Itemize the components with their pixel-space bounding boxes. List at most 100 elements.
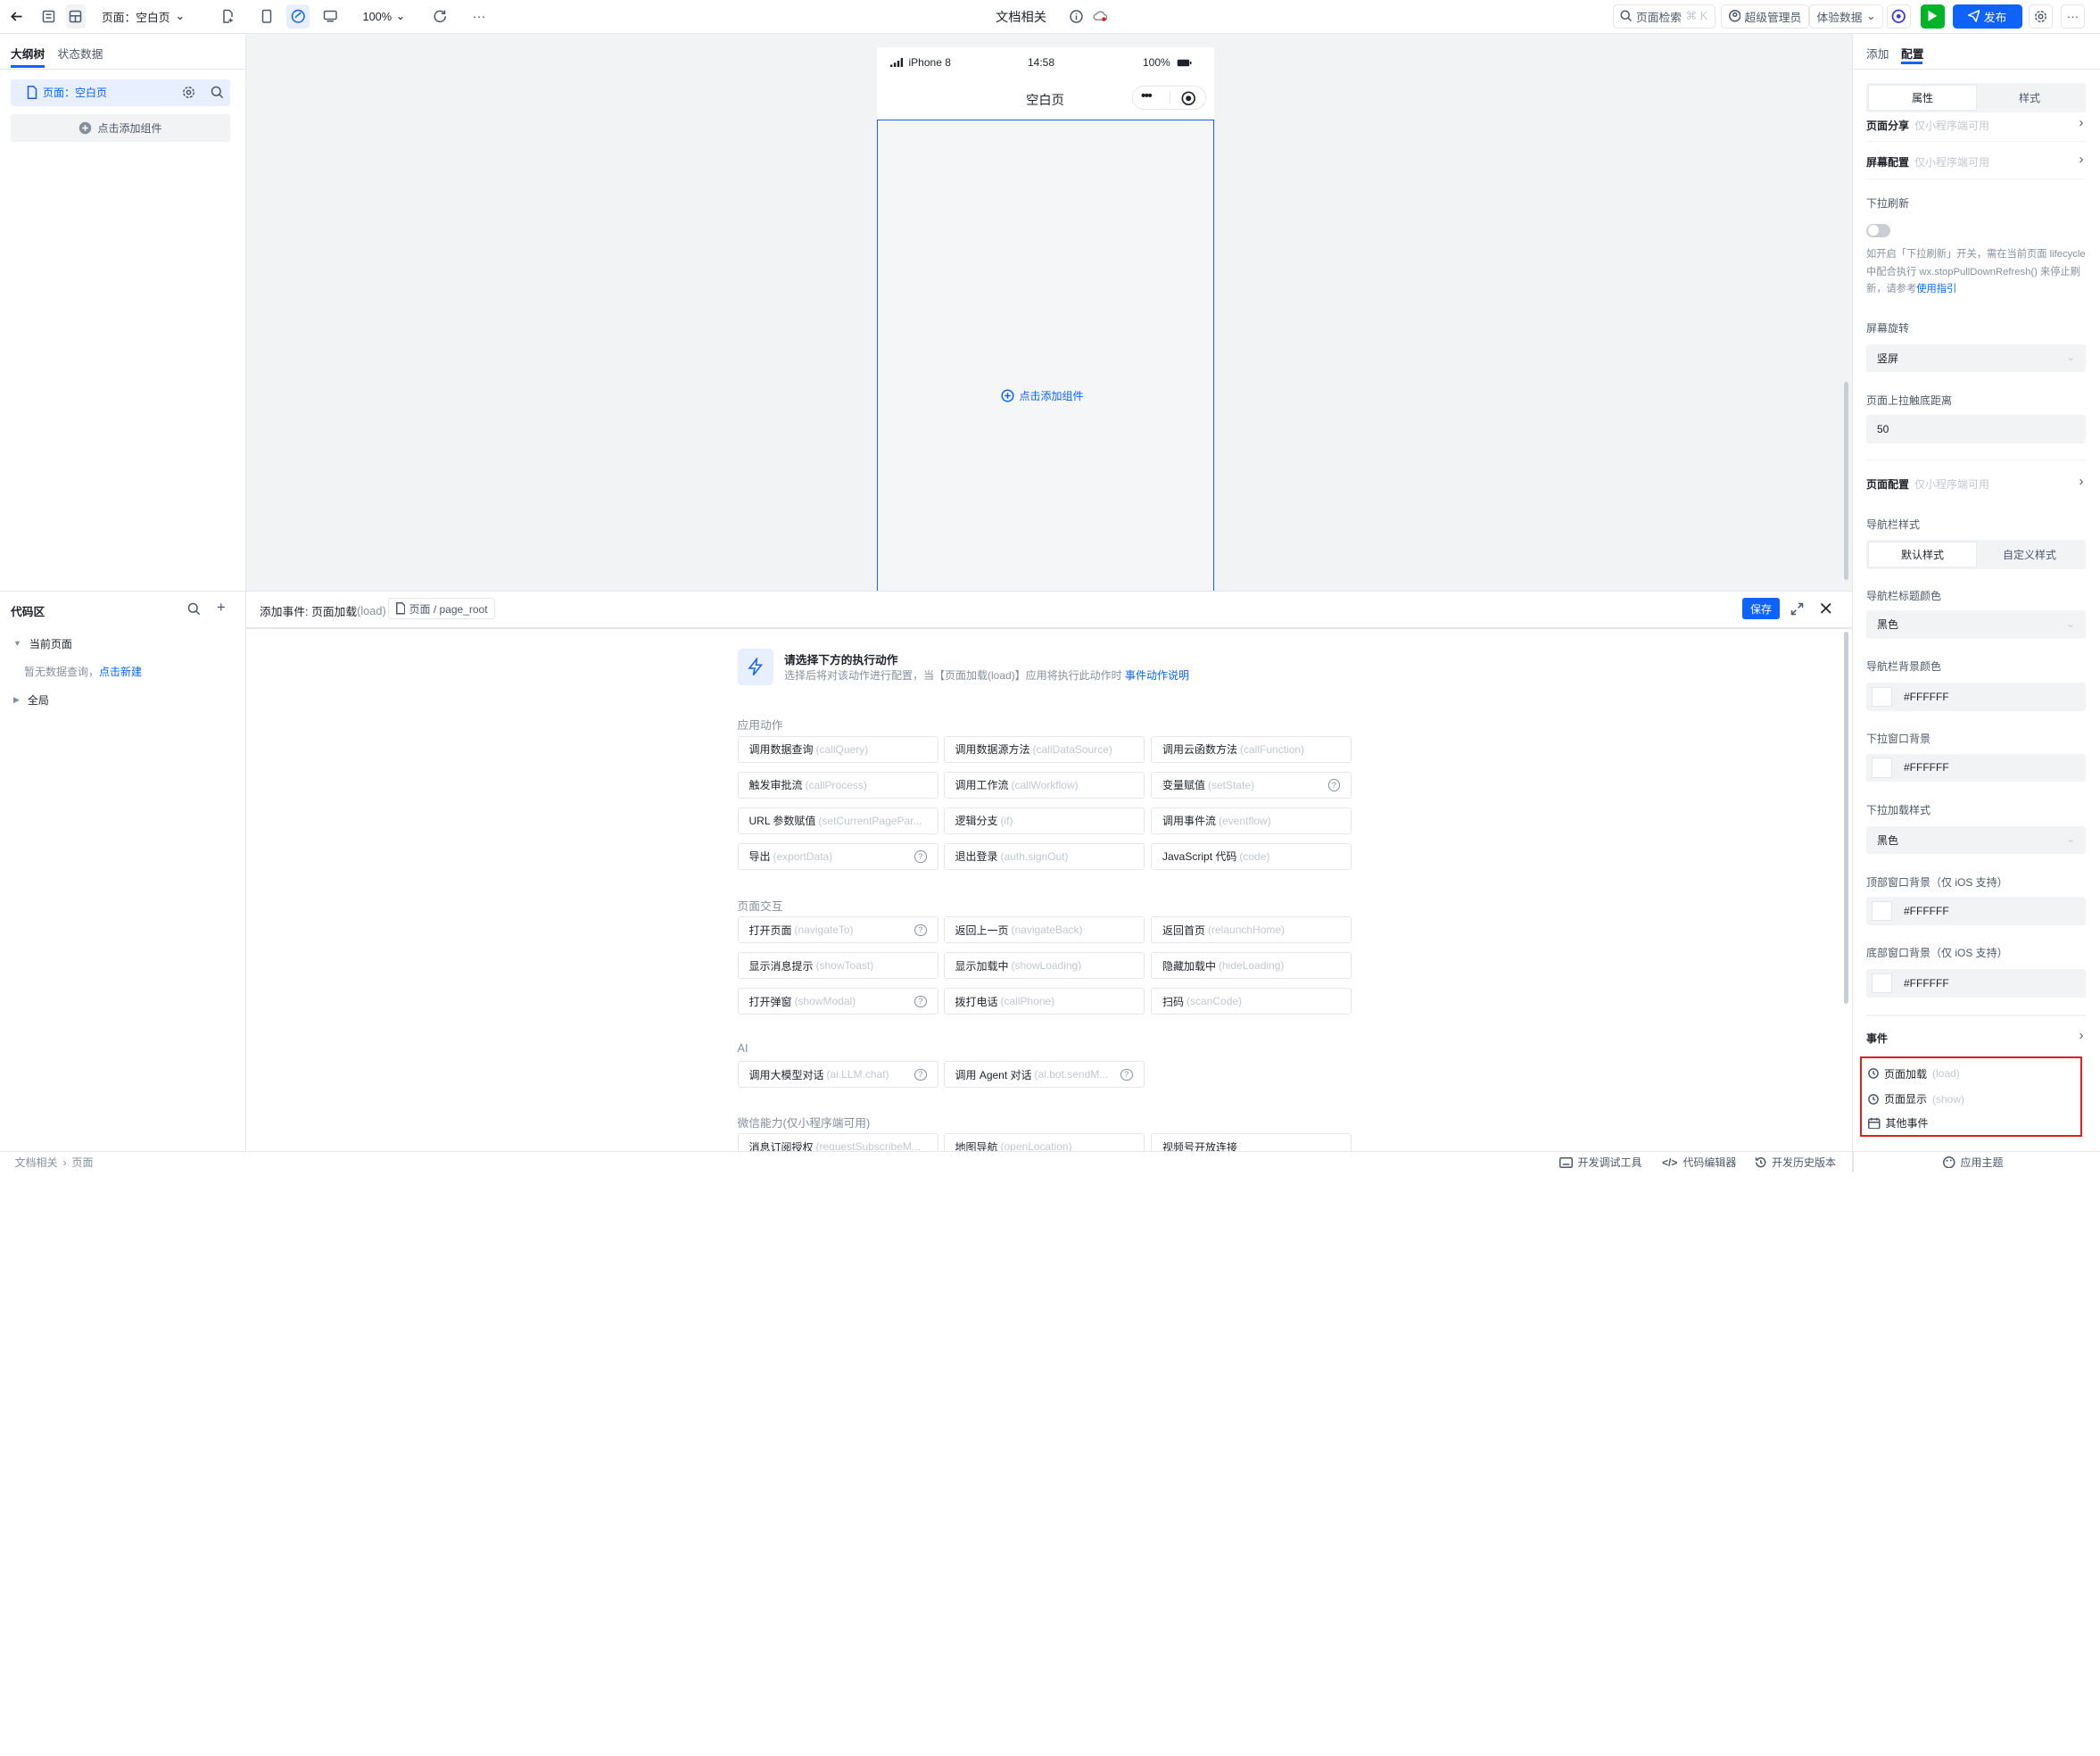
page-search-button[interactable]: 页面检索 ⌘ K (1612, 4, 1716, 29)
tab-add[interactable]: 添加 (1866, 45, 1889, 62)
page-share-section[interactable]: 页面分享 仅小程序端可用 (1866, 118, 1989, 133)
usage-guide-link[interactable]: 使用指引 (1916, 284, 1956, 294)
page-selector[interactable]: 页面：空白页 ⌄ (102, 4, 185, 29)
env-select[interactable]: 体验数据 ⌄ (1809, 4, 1884, 29)
tree-global[interactable]: ▶ 全局 (13, 692, 49, 708)
help-question-icon[interactable]: ? (914, 850, 927, 863)
action-option[interactable]: 调用工作流 (callWorkflow) (943, 771, 1145, 799)
action-option[interactable]: 变量赋值 (setState)? (1151, 771, 1352, 799)
miniprogram-device-icon[interactable] (286, 4, 310, 29)
chevron-right-icon[interactable]: › (2079, 152, 2084, 167)
help-question-icon[interactable]: ? (914, 1068, 927, 1081)
canvas-add-component[interactable]: 点击添加组件 (1000, 388, 1084, 403)
more-menu-icon[interactable]: ··· (2061, 4, 2085, 29)
info-icon[interactable] (1068, 4, 1084, 29)
app-theme-button[interactable]: 应用主题 (1943, 1155, 2004, 1170)
create-new-link[interactable]: 点击新建 (99, 666, 142, 678)
chevron-right-icon[interactable]: › (2079, 1028, 2084, 1043)
crumb-app[interactable]: 文档相关 (15, 1155, 58, 1170)
code-editor-button[interactable]: </> 代码编辑器 (1662, 1155, 1736, 1170)
close-icon[interactable] (1820, 602, 1832, 615)
event-item-other[interactable]: 其他事件 (1868, 1115, 1929, 1131)
color-swatch[interactable] (1872, 686, 1892, 707)
pull-style-select[interactable]: 黑色 ⌄ (1866, 825, 2086, 854)
mobile-device-icon[interactable] (257, 4, 276, 29)
event-action-doc-link[interactable]: 事件动作说明 (1125, 669, 1189, 682)
debug-tool-button[interactable]: 开发调试工具 (1558, 1155, 1642, 1170)
screen-config-section[interactable]: 屏幕配置 仅小程序端可用 (1866, 154, 1989, 170)
page-root-drop-area[interactable]: 点击添加组件 (876, 119, 1214, 591)
action-option[interactable]: 导出 (exportData)? (737, 842, 938, 870)
tab-state-data[interactable]: 状态数据 (58, 45, 103, 62)
top-bg-color-input[interactable]: #FFFFFF (1866, 897, 2086, 925)
tab-styles[interactable]: 样式 (1976, 86, 2083, 110)
action-option[interactable]: 显示加载中 (showLoading) (943, 952, 1145, 980)
action-option[interactable]: 退出登录 (auth.signOut) (943, 842, 1145, 870)
outline-view-icon[interactable] (39, 4, 60, 29)
refresh-icon[interactable] (431, 4, 450, 29)
crumb-page[interactable]: 页面 (72, 1155, 94, 1170)
action-option[interactable]: 返回上一页 (navigateBack) (943, 916, 1145, 943)
more-dots-icon[interactable]: ••• (1141, 88, 1153, 104)
action-option[interactable]: JavaScript 代码 (code) (1151, 842, 1352, 870)
settings-gear-icon[interactable] (182, 86, 195, 99)
screen-rotate-select[interactable]: 竖屏 ⌄ (1866, 344, 2086, 372)
expand-icon[interactable] (1790, 602, 1804, 616)
action-option[interactable]: URL 参数赋值 (setCurrentPagePar... (737, 807, 938, 834)
tab-outline-tree[interactable]: 大纲树 (11, 45, 45, 68)
bottom-bg-color-input[interactable]: #FFFFFF (1866, 969, 2086, 998)
nav-title-color-select[interactable]: 黑色 ⌄ (1866, 610, 2086, 639)
reach-bottom-input[interactable]: 50 (1866, 415, 2086, 443)
action-option[interactable]: 调用数据源方法 (callDataSource) (943, 735, 1145, 763)
action-option[interactable]: 返回首页 (relaunchHome) (1151, 916, 1352, 943)
color-swatch[interactable] (1872, 900, 1892, 921)
outline-page-node[interactable]: 页面：空白页 (11, 79, 230, 106)
color-swatch[interactable] (1872, 758, 1892, 778)
history-button[interactable]: 开发历史版本 (1755, 1155, 1836, 1170)
more-icon[interactable]: ··· (470, 4, 489, 29)
action-option[interactable]: 调用 Agent 对话 (ai.bot.sendM...? (943, 1061, 1145, 1088)
nav-style-default[interactable]: 默认样式 (1869, 542, 1976, 567)
vertical-scrollbar[interactable] (1844, 381, 1848, 580)
publish-button[interactable]: 发布 (1952, 4, 2022, 29)
new-file-icon[interactable] (219, 4, 237, 29)
action-option[interactable]: 隐藏加载中 (hideLoading) (1151, 952, 1352, 980)
nav-bg-color-input[interactable]: #FFFFFF (1866, 683, 2086, 711)
plus-icon[interactable]: + (217, 600, 226, 617)
action-option[interactable]: 调用数据查询 (callQuery) (737, 735, 938, 763)
help-question-icon[interactable]: ? (914, 924, 927, 936)
action-option[interactable]: 调用云函数方法 (callFunction) (1151, 735, 1352, 763)
action-option[interactable]: 显示消息提示 (showToast) (737, 952, 938, 980)
nav-style-custom[interactable]: 自定义样式 (1976, 543, 2083, 567)
action-option[interactable]: 拨打电话 (callPhone) (943, 988, 1145, 1015)
action-option[interactable]: 调用事件流 (eventflow) (1151, 807, 1352, 834)
action-option[interactable]: 扫码 (scanCode) (1151, 988, 1352, 1015)
pull-refresh-toggle[interactable] (1866, 223, 1890, 237)
event-item-load[interactable]: 页面加载 (load) (1868, 1066, 1960, 1081)
chevron-right-icon[interactable]: › (2079, 474, 2084, 489)
tab-properties[interactable]: 属性 (1869, 86, 1976, 110)
layout-view-icon[interactable] (65, 4, 86, 29)
pull-bg-color-input[interactable]: #FFFFFF (1866, 753, 2086, 782)
tablet-device-icon[interactable] (321, 4, 340, 29)
component-path[interactable]: 页面 / page_root (388, 598, 496, 619)
help-question-icon[interactable]: ? (1120, 1068, 1133, 1081)
add-component-button[interactable]: 点击添加组件 (11, 113, 230, 142)
preview-eye-icon[interactable] (1887, 4, 1911, 29)
back-arrow-icon[interactable] (7, 4, 26, 29)
search-icon[interactable] (187, 602, 201, 616)
tree-current-page[interactable]: ▼ 当前页面 (13, 636, 72, 651)
color-swatch[interactable] (1872, 973, 1892, 993)
help-question-icon[interactable]: ? (1327, 779, 1340, 791)
action-option[interactable]: 打开页面 (navigateTo)? (737, 916, 938, 943)
zoom-select[interactable]: 100% ⌄ (363, 4, 406, 29)
save-button[interactable]: 保存 (1742, 598, 1780, 619)
search-icon[interactable] (211, 86, 224, 99)
chevron-right-icon[interactable]: › (2079, 115, 2084, 130)
tab-config[interactable]: 配置 (1901, 45, 1924, 62)
action-option[interactable]: 逻辑分支 (if) (943, 807, 1145, 834)
run-play-icon[interactable] (1920, 4, 1945, 29)
cloud-sync-icon[interactable] (1092, 4, 1108, 29)
action-option[interactable]: 调用大模型对话 (ai.LLM.chat)? (737, 1061, 938, 1088)
settings-gear-icon[interactable] (2029, 4, 2053, 29)
